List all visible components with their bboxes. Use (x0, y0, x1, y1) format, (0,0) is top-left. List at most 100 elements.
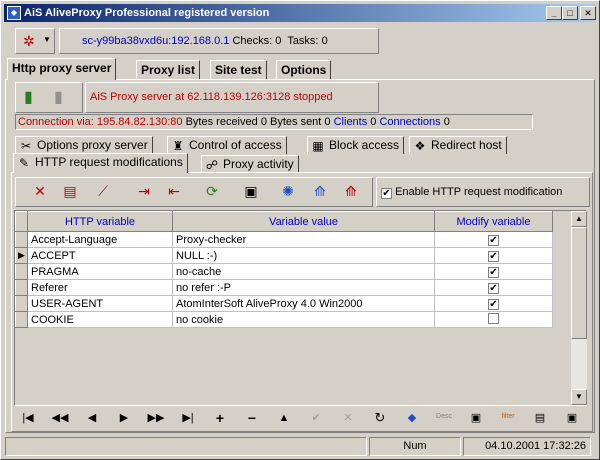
table-row[interactable]: ▶ ACCEPT NULL :-) ✔ (15, 247, 553, 264)
scroll-down-icon[interactable]: ▼ (571, 389, 587, 405)
tab-options[interactable]: Options (276, 60, 332, 80)
column-header-variable[interactable]: HTTP variable (27, 211, 173, 232)
server-controls: ▮ ▮ (15, 82, 83, 113)
table-row[interactable]: USER-AGENT AtomInterSoft AliveProxy 4.0 … (15, 295, 553, 312)
network-icon: ✲ (23, 33, 35, 49)
value-cell[interactable]: no cookie (172, 311, 435, 328)
import-icon[interactable]: ⇤ (162, 179, 186, 203)
refresh-icon[interactable]: ⟳ (200, 179, 224, 203)
variable-cell[interactable]: Accept-Language (27, 231, 173, 248)
modify-checkbox[interactable] (488, 312, 499, 324)
tab-options-proxy-server[interactable]: ✂ Options proxy server (15, 136, 153, 154)
user-icon: ♜ (172, 139, 184, 153)
next-page-icon[interactable]: ▶▶ (141, 409, 171, 427)
report-icon[interactable]: ▤ (525, 409, 555, 427)
row-indicator (15, 279, 28, 296)
enable-modification-label: Enable HTTP request modification (395, 186, 563, 198)
close-button[interactable]: ✕ (580, 6, 596, 20)
delete-icon[interactable]: ✕ (28, 179, 52, 203)
wand-icon[interactable]: ⟋ (91, 179, 115, 203)
scroll-up-icon[interactable]: ▲ (571, 211, 587, 227)
checks-count: 0 (275, 35, 282, 47)
chevron-down-icon: ▼ (43, 35, 51, 44)
column-header-value[interactable]: Variable value (172, 211, 435, 232)
last-icon[interactable]: ▶| (173, 409, 203, 427)
modify-cell[interactable]: ✔ (434, 231, 553, 248)
desc-label: Desc (436, 413, 452, 420)
modify-checkbox[interactable]: ✔ (488, 298, 499, 310)
edit-icon[interactable]: ▲ (269, 409, 299, 427)
value-cell[interactable]: no refer :-P (172, 279, 435, 296)
minimize-button[interactable]: _ (546, 6, 562, 20)
variable-cell[interactable]: Referer (27, 279, 173, 296)
status-num: Num (369, 437, 461, 456)
column-header-modify[interactable]: Modify variable (434, 211, 553, 232)
first-icon[interactable]: |◀ (13, 409, 43, 427)
tab-control-of-access[interactable]: ♜ Control of access (167, 136, 287, 154)
variable-cell[interactable]: ACCEPT (27, 247, 173, 264)
insert-icon[interactable]: + (205, 409, 235, 427)
export-icon[interactable]: ⇥ (132, 179, 156, 203)
value-cell[interactable]: NULL :-) (172, 247, 435, 264)
table-row[interactable]: Referer no refer :-P ✔ (15, 279, 553, 296)
row-indicator (15, 231, 28, 248)
http-variables-table: HTTP variable Variable value Modify vari… (15, 211, 553, 328)
value-cell[interactable]: Proxy-checker (172, 231, 435, 248)
modify-checkbox[interactable]: ✔ (488, 250, 499, 262)
prior-icon[interactable]: ◀ (77, 409, 107, 427)
status-panel (5, 437, 367, 456)
modify-cell[interactable]: ✔ (434, 295, 553, 312)
modify-cell[interactable] (434, 311, 553, 328)
modify-checkbox[interactable]: ✔ (488, 282, 499, 294)
traffic-light-icon[interactable]: ▮ (24, 87, 33, 107)
vertical-scrollbar[interactable]: ▲ ▼ (571, 211, 587, 405)
modify-checkbox[interactable]: ✔ (488, 234, 499, 246)
save-icon[interactable]: ▣ (239, 179, 263, 203)
clear-icon[interactable]: ▤ (58, 179, 82, 203)
desc-icon: Desc (429, 409, 459, 427)
enable-modification-checkbox[interactable]: ✔ (381, 188, 392, 199)
chart-red-icon[interactable]: ⟰ (339, 179, 363, 203)
value-cell[interactable]: AtomInterSoft AliveProxy 4.0 Win2000 (172, 295, 435, 312)
maximize-button[interactable]: □ (562, 6, 578, 20)
delete-row-icon[interactable]: − (237, 409, 267, 427)
enable-modification[interactable]: ✔ Enable HTTP request modification (376, 177, 590, 207)
tab-block-access[interactable]: ▦ Block access (307, 136, 405, 154)
filter-label: filter (501, 413, 515, 420)
tab-http-proxy-server[interactable]: Http proxy server (7, 58, 117, 80)
prior-page-icon[interactable]: ◀◀ (45, 409, 75, 427)
variable-cell[interactable]: PRAGMA (27, 263, 173, 280)
value-cell[interactable]: no-cache (172, 263, 435, 280)
variable-cell[interactable]: USER-AGENT (27, 295, 173, 312)
modify-cell[interactable]: ✔ (434, 279, 553, 296)
modify-icon: ✎ (18, 156, 30, 170)
table-row[interactable]: Accept-Language Proxy-checker ✔ (15, 231, 553, 248)
tab-proxy-list[interactable]: Proxy list (136, 60, 201, 80)
post-icon: ✔ (311, 412, 321, 424)
network-menu-button[interactable]: ✲ ▼ (15, 28, 55, 54)
tab-proxy-activity[interactable]: ☍ Proxy activity (201, 155, 299, 173)
modify-checkbox[interactable]: ✔ (488, 266, 499, 278)
tasks-count: 0 (321, 35, 328, 47)
network-icon[interactable]: ✺ (276, 179, 300, 203)
table-row[interactable]: PRAGMA no-cache ✔ (15, 263, 553, 280)
print-icon[interactable]: ▣ (461, 409, 491, 427)
tab-http-request-modifications[interactable]: ✎ HTTP request modifications (13, 153, 188, 173)
next-icon[interactable]: ▶ (109, 409, 139, 427)
chart-icon[interactable]: ⟰ (308, 179, 332, 203)
tab-redirect-host[interactable]: ❖ Redirect host (409, 136, 507, 154)
tab-site-test[interactable]: Site test (210, 60, 267, 80)
bookmark-icon[interactable]: ◆ (397, 409, 427, 427)
modify-cell[interactable]: ✔ (434, 247, 553, 264)
connection-via: Connection via: 195.84.82.130:80 (18, 116, 183, 128)
title-bar[interactable]: ◆ AiS AliveProxy Professional registered… (4, 4, 596, 22)
variable-cell[interactable]: COOKIE (27, 311, 173, 328)
save-data-icon[interactable]: ▣ (557, 409, 587, 427)
table-row[interactable]: COOKIE no cookie (15, 311, 553, 328)
bytes-sent-label: Bytes sent (270, 116, 322, 128)
scroll-thumb[interactable] (571, 227, 587, 339)
modify-cell[interactable]: ✔ (434, 263, 553, 280)
checks-label: Checks: (232, 35, 273, 47)
refresh-data-icon[interactable]: ↻ (365, 409, 395, 427)
filter-icon[interactable]: filter (493, 409, 523, 427)
